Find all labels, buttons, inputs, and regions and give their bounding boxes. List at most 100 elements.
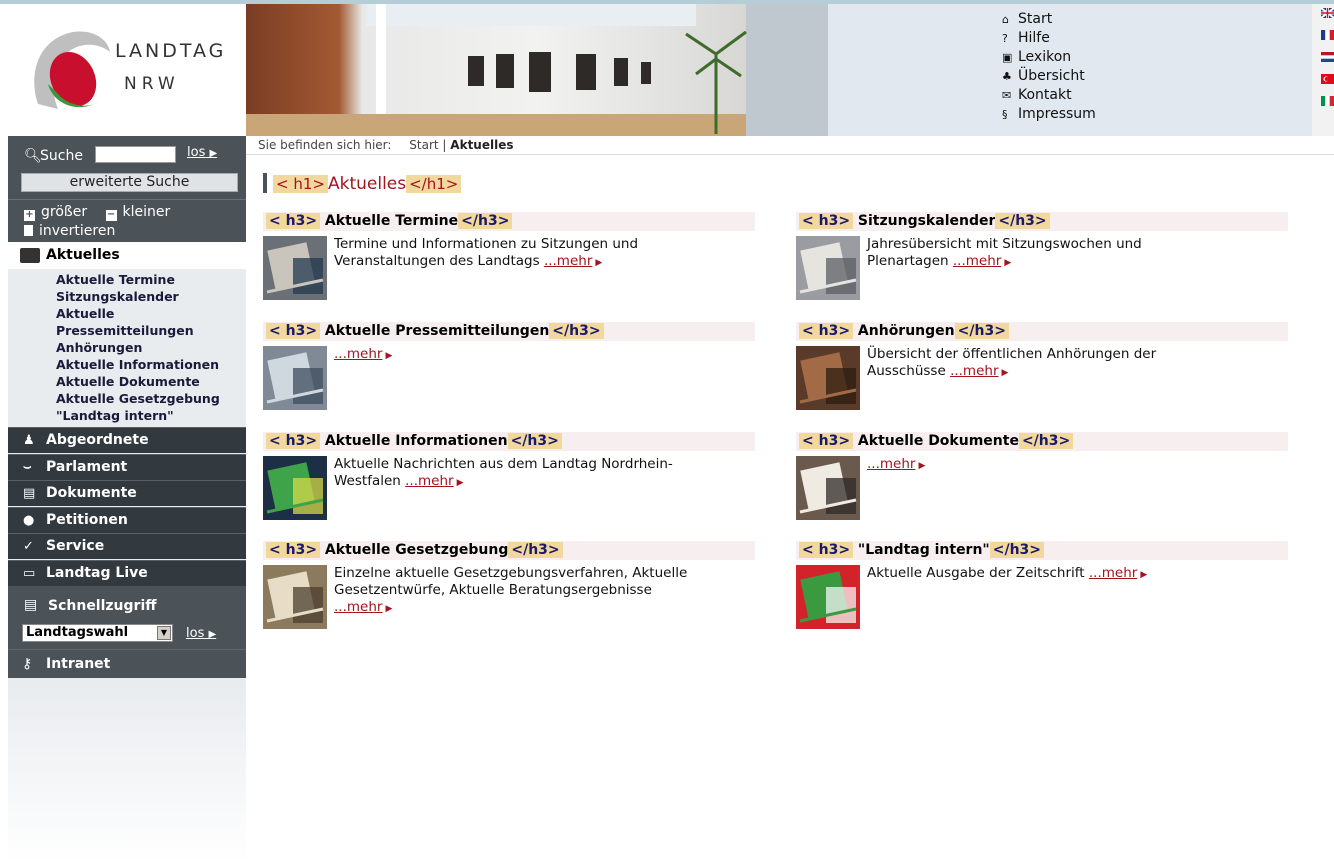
search-label: 🔍︎Suche — [24, 148, 83, 164]
more-link[interactable]: ...mehr — [953, 253, 1001, 269]
paragraph-icon: § — [1002, 108, 1008, 121]
section-heading-text: Sitzungskalender — [857, 213, 996, 229]
advanced-search-button[interactable]: erweiterte Suche — [21, 173, 238, 192]
more-link[interactable]: ...mehr — [1089, 565, 1137, 581]
logo-text-landtag: LANDTAG — [115, 40, 227, 62]
service-nav-label: Start — [1018, 11, 1053, 27]
banner-image — [246, 4, 828, 136]
section-heading-text: Aktuelle Pressemitteilungen — [324, 323, 550, 339]
nav-dokumente[interactable]: ▤ Dokumente — [8, 480, 246, 506]
nav-service[interactable]: ✓ Service — [8, 533, 246, 559]
thumbnail-pressemitteilungen[interactable] — [263, 346, 327, 410]
thumbnail-gesetzgebung[interactable] — [263, 565, 327, 629]
flag-italy-icon[interactable] — [1321, 96, 1334, 106]
h3-close-tag: </h3> — [989, 542, 1045, 558]
nav-abgeordnete[interactable]: ♟ Abgeordnete — [8, 427, 246, 453]
service-nav-uebersicht[interactable]: ♣ Übersicht — [1000, 67, 1096, 86]
subnav-item-termine[interactable]: Aktuelle Termine — [56, 271, 220, 288]
quick-access-go-link[interactable]: los ▶ — [186, 626, 216, 641]
subnav-item-informationen[interactable]: Aktuelle Informationen — [56, 356, 220, 373]
search-input[interactable] — [95, 146, 176, 163]
breadcrumb-separator: | — [442, 138, 447, 152]
font-smaller-button[interactable]: − kleiner — [105, 204, 170, 221]
subnav-aktuelles: Aktuelle Termine Sitzungskalender Aktuel… — [56, 271, 220, 424]
nav-label: Landtag Live — [46, 565, 148, 581]
subnav-item-landtag-intern[interactable]: "Landtag intern" — [56, 407, 220, 424]
breadcrumb-home-link[interactable]: Start — [409, 138, 438, 152]
flag-france-icon[interactable] — [1321, 30, 1334, 40]
service-nav: ⌂ Start ? Hilfe ▣ Lexikon ♣ Übersicht ✉ Konta… — [1000, 10, 1096, 124]
nav-intranet[interactable]: ⚷ Intranet — [8, 649, 246, 678]
arrow-right-icon: ▶ — [208, 629, 217, 640]
nav-label: Parlament — [46, 459, 128, 475]
page-title: < h1> Aktuelles </h1> — [263, 173, 462, 194]
subnav-item-dokumente[interactable]: Aktuelle Dokumente — [56, 373, 220, 390]
section-heading-text: Aktuelle Informationen — [324, 433, 508, 449]
teaser-text: Übersicht der öffentlichen Anhörungen de… — [867, 346, 1157, 379]
thumbnail-sitzungskalender[interactable] — [796, 236, 860, 300]
more-link[interactable]: ...mehr — [334, 599, 382, 615]
arrow-right-icon: ▶ — [1004, 258, 1012, 268]
more-link[interactable]: ...mehr — [867, 456, 915, 472]
h3-close-tag: </h3> — [995, 213, 1050, 229]
section-heading-termine[interactable]: < h3> Aktuelle Termine </h3> — [263, 212, 755, 231]
more-link[interactable]: ...mehr — [405, 473, 453, 489]
h3-close-tag: </h3> — [507, 433, 562, 449]
breadcrumb: Sie befinden sich hier: Start | Aktuelle… — [246, 136, 1334, 155]
thumbnail-landtag-intern[interactable] — [796, 565, 860, 629]
breadcrumb-current: Aktuelles — [450, 138, 514, 152]
more-link[interactable]: ...mehr — [334, 346, 382, 362]
font-bigger-button[interactable]: + größer — [24, 204, 87, 221]
service-nav-kontakt[interactable]: ✉ Kontakt — [1000, 86, 1096, 105]
more-link[interactable]: ...mehr — [544, 253, 592, 269]
chevron-down-icon: ▼ — [157, 626, 171, 640]
section-heading-gesetzgebung[interactable]: < h3> Aktuelle Gesetzgebung </h3> — [263, 541, 755, 560]
nav-parlament[interactable]: ⌣ Parlament — [8, 454, 246, 480]
search-go-text: los — [187, 145, 206, 160]
section-heading-sitzungskalender[interactable]: < h3> Sitzungskalender </h3> — [796, 212, 1288, 231]
service-nav-start[interactable]: ⌂ Start — [1000, 10, 1096, 29]
service-nav-impressum[interactable]: § Impressum — [1000, 105, 1096, 124]
section-heading-dokumente[interactable]: < h3> Aktuelle Dokumente </h3> — [796, 432, 1288, 451]
subnav-item-anhoerungen[interactable]: Anhörungen — [56, 339, 220, 356]
subnav-item-gesetzgebung[interactable]: Aktuelle Gesetzgebung — [56, 390, 220, 407]
section-heading-informationen[interactable]: < h3> Aktuelle Informationen </h3> — [263, 432, 755, 451]
invert-button[interactable]: invertieren — [24, 223, 115, 239]
thumbnail-termine[interactable] — [263, 236, 327, 300]
section-heading-landtag-intern[interactable]: < h3> "Landtag intern" </h3> — [796, 541, 1288, 560]
teaser-text: Aktuelle Nachrichten aus dem Landtag Nor… — [334, 456, 673, 489]
search-go-link[interactable]: los ▶ — [187, 145, 217, 160]
nav-aktuelles[interactable]: Aktuelles — [8, 242, 246, 269]
more-link[interactable]: ...mehr — [950, 363, 998, 379]
service-nav-area: ⌂ Start ? Hilfe ▣ Lexikon ♣ Übersicht ✉ Konta… — [828, 4, 1312, 136]
service-nav-lexikon[interactable]: ▣ Lexikon — [1000, 48, 1096, 67]
thumbnail-informationen[interactable] — [263, 456, 327, 520]
person-icon: ♟ — [23, 433, 35, 448]
nav-label: Dokumente — [46, 485, 137, 501]
flag-turkey-icon[interactable] — [1321, 74, 1334, 84]
thumbnail-anhoerungen[interactable] — [796, 346, 860, 410]
nav-landtag-live[interactable]: ▭ Landtag Live — [8, 560, 246, 586]
sidebar: 🔍︎Suche los ▶ erweiterte Suche + größer −… — [8, 136, 246, 864]
flag-uk-icon[interactable] — [1321, 8, 1334, 18]
service-nav-hilfe[interactable]: ? Hilfe — [1000, 29, 1096, 48]
key-icon: ⚷ — [22, 656, 33, 672]
section-teaser-gesetzgebung: Einzelne aktuelle Gesetzgebungsverfahren… — [334, 565, 694, 618]
teaser-text: Einzelne aktuelle Gesetzgebungsverfahren… — [334, 565, 688, 598]
section-heading-pressemitteilungen[interactable]: < h3> Aktuelle Pressemitteilungen </h3> — [263, 322, 755, 341]
flag-netherlands-icon[interactable] — [1321, 52, 1334, 62]
site-logo[interactable]: LANDTAG NRW — [8, 4, 246, 136]
invert-label: invertieren — [39, 223, 116, 239]
section-heading-anhoerungen[interactable]: < h3> Anhörungen </h3> — [796, 322, 1288, 341]
subnav-item-pressemitteilungen[interactable]: Aktuelle Pressemitteilungen — [56, 305, 206, 339]
thumbnail-dokumente[interactable] — [796, 456, 860, 520]
service-nav-label: Lexikon — [1018, 49, 1072, 65]
logo-mark-icon — [34, 31, 110, 110]
subnav-item-sitzungskalender[interactable]: Sitzungskalender — [56, 288, 220, 305]
quick-access-select[interactable]: Landtagswahl ▼ — [22, 624, 173, 642]
h3-open-tag: < h3> — [799, 213, 854, 229]
nav-aktuelles-label: Aktuelles — [46, 247, 120, 263]
nav-petitionen[interactable]: ● Petitionen — [8, 507, 246, 533]
checkmark-icon: ✓ — [23, 539, 34, 554]
h3-close-tag: </h3> — [1018, 433, 1074, 449]
